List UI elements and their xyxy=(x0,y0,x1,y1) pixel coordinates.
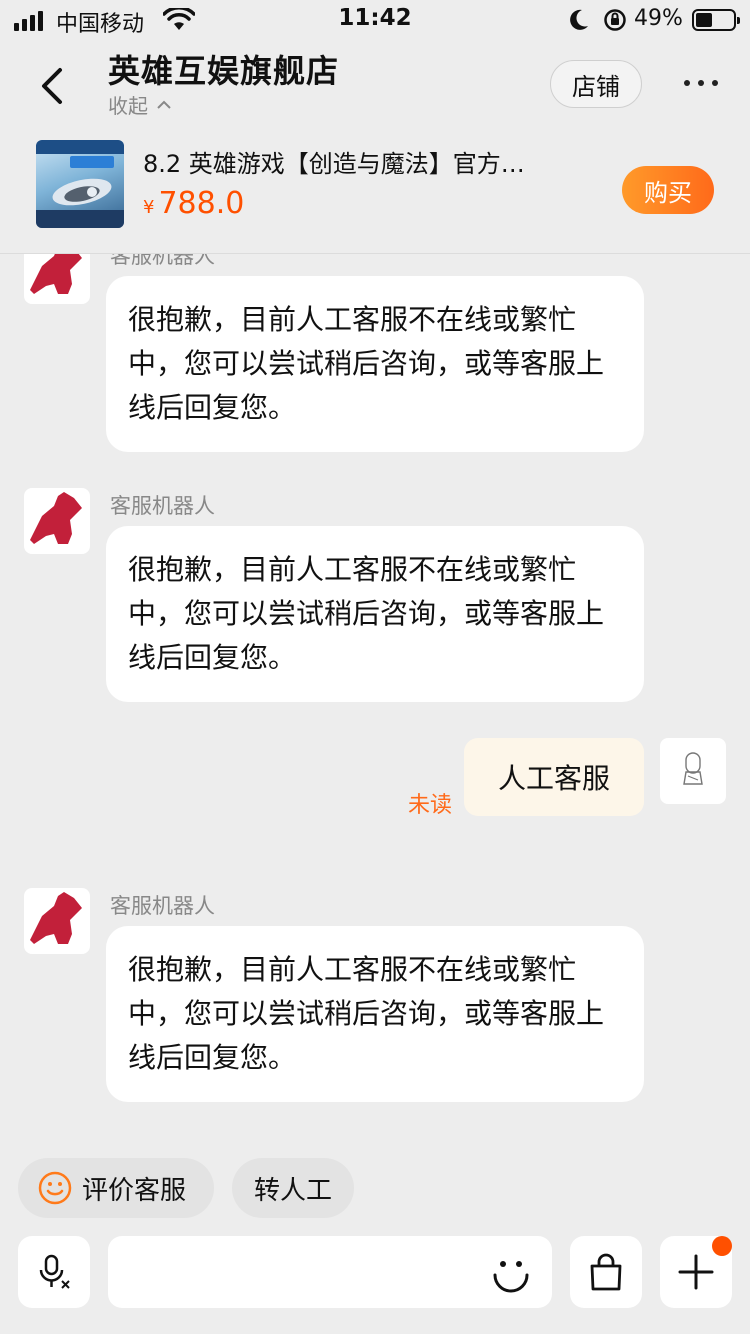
plus-icon xyxy=(678,1254,714,1290)
rotation-lock-icon xyxy=(604,9,626,31)
shopping-bag-icon xyxy=(590,1253,622,1291)
product-price: ¥788.0 xyxy=(143,186,244,221)
voice-input-button[interactable] xyxy=(18,1236,90,1308)
sender-name: 客服机器人 xyxy=(110,494,215,518)
my-message-bubble: 人工客服 xyxy=(464,738,644,816)
bot-avatar xyxy=(24,488,90,554)
message-input[interactable] xyxy=(108,1236,552,1308)
shop-name: 英雄互娱旗舰店 xyxy=(108,52,340,90)
product-title: 8.2 英雄游戏【创造与魔法】官方… xyxy=(143,150,525,178)
chevron-up-icon xyxy=(157,100,171,109)
product-thumbnail[interactable] xyxy=(36,140,124,228)
message-bubble: 很抱歉，目前人工客服不在线或繁忙中，您可以尝试稍后咨询，或等客服上线后回复您。 xyxy=(106,526,644,702)
microphone-icon xyxy=(39,1254,70,1289)
more-options-icon[interactable] xyxy=(684,80,718,86)
shopping-bag-button[interactable] xyxy=(570,1236,642,1308)
status-bar: 中国移动 11:42 49% xyxy=(0,0,750,42)
chat-area[interactable]: 客服机器人 很抱歉，目前人工客服不在线或繁忙中，您可以尝试稍后咨询，或等客服上线… xyxy=(0,254,750,1150)
message-bubble: 很抱歉，目前人工客服不在线或繁忙中，您可以尝试稍后咨询，或等客服上线后回复您。 xyxy=(106,276,644,452)
do-not-disturb-moon-icon xyxy=(570,9,588,30)
emoji-icon[interactable] xyxy=(488,1250,534,1296)
bot-avatar xyxy=(24,888,90,954)
user-avatar xyxy=(660,738,726,804)
unread-status: 未读 xyxy=(408,793,453,818)
rate-service-label: 评价客服 xyxy=(82,1175,187,1206)
currency-symbol: ¥ xyxy=(143,197,155,218)
back-arrow-icon[interactable] xyxy=(34,64,74,108)
notification-dot xyxy=(712,1236,732,1256)
collapse-label: 收起 xyxy=(108,94,148,118)
smile-icon xyxy=(38,1171,72,1205)
battery-percentage: 49% xyxy=(634,6,683,31)
transfer-to-human-button[interactable]: 转人工 xyxy=(232,1158,354,1218)
collapse-toggle[interactable]: 收起 xyxy=(108,90,172,119)
product-card[interactable]: 8.2 英雄游戏【创造与魔法】官方… ¥788.0 购买 xyxy=(0,128,750,254)
price-value: 788.0 xyxy=(158,186,245,221)
store-button[interactable]: 店铺 xyxy=(550,60,642,108)
bot-avatar xyxy=(24,254,90,304)
sender-name: 客服机器人 xyxy=(110,254,215,268)
rate-service-button[interactable]: 评价客服 xyxy=(18,1158,214,1218)
buy-button[interactable]: 购买 xyxy=(622,166,714,214)
message-bubble: 很抱歉，目前人工客服不在线或繁忙中，您可以尝试稍后咨询，或等客服上线后回复您。 xyxy=(106,926,644,1102)
sender-name: 客服机器人 xyxy=(110,894,215,918)
battery-icon xyxy=(692,9,740,31)
